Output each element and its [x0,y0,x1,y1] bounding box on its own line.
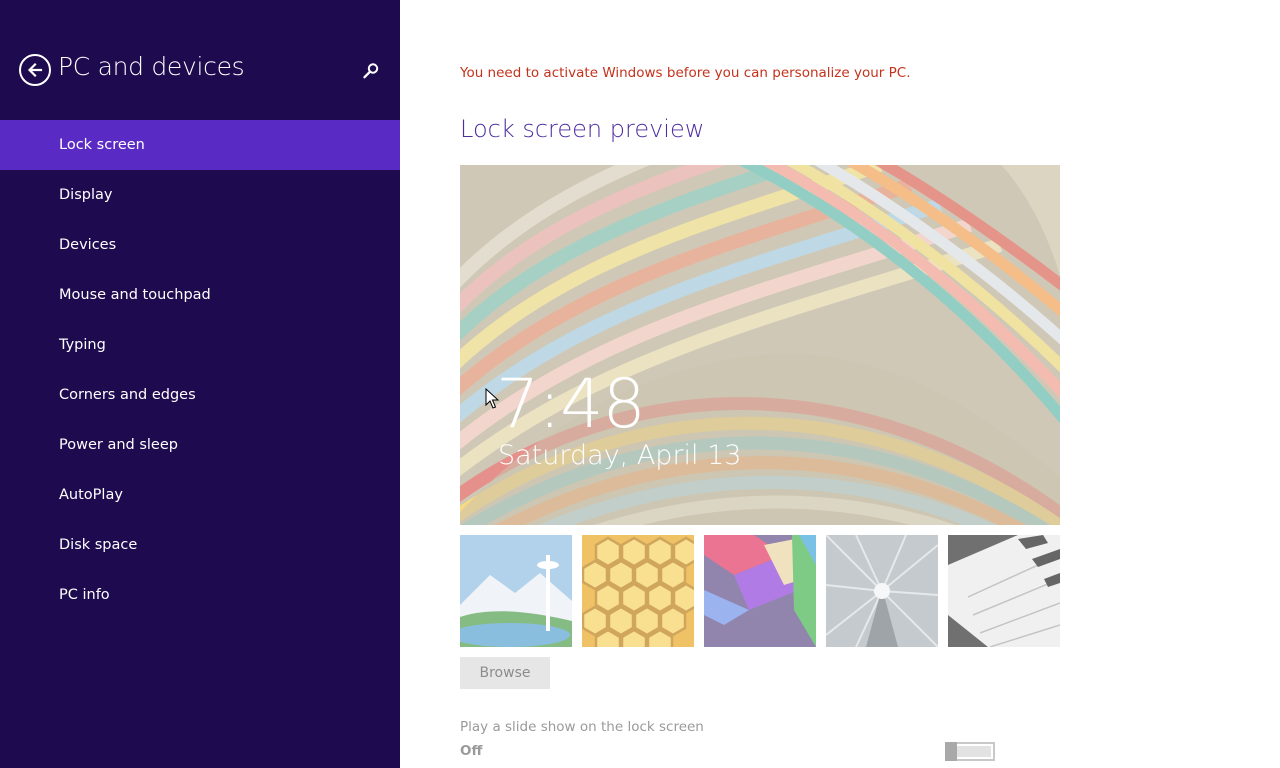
wallpaper-thumbnails [460,535,1060,647]
slideshow-state-text: Off [460,743,483,759]
lock-screen-preview: 7:48 Saturday, April 13 [460,165,1060,525]
main-content: You need to activate Windows before you … [400,0,1280,768]
geometric-shapes-thumbnail[interactable] [704,535,816,647]
search-icon [363,63,379,79]
sidebar-item-lock-screen[interactable]: Lock screen [0,120,400,170]
sidebar-item-pc-info[interactable]: PC info [0,570,400,620]
piano-keys-thumbnail[interactable] [948,535,1060,647]
lock-screen-time: 7:48 [496,365,646,444]
toggle-knob [945,742,957,761]
sidebar: PC and devices Lock screen Display Devic… [0,0,400,768]
sidebar-item-mouse-and-touchpad[interactable]: Mouse and touchpad [0,270,400,320]
activation-warning: You need to activate Windows before you … [460,65,911,81]
slideshow-label: Play a slide show on the lock screen [460,719,704,735]
lock-screen-date: Saturday, April 13 [498,440,742,471]
space-needle-thumbnail[interactable] [460,535,572,647]
back-button[interactable] [19,54,51,86]
sidebar-item-devices[interactable]: Devices [0,220,400,270]
sidebar-item-display[interactable]: Display [0,170,400,220]
section-title: Lock screen preview [460,115,705,143]
sidebar-item-typing[interactable]: Typing [0,320,400,370]
sidebar-item-power-and-sleep[interactable]: Power and sleep [0,420,400,470]
honeycomb-thumbnail[interactable] [582,535,694,647]
back-arrow-icon [27,62,43,78]
sidebar-item-corners-and-edges[interactable]: Corners and edges [0,370,400,420]
preview-dim-overlay [460,165,1060,525]
slideshow-toggle[interactable] [945,742,995,761]
sidebar-header: PC and devices [0,0,400,120]
sidebar-item-disk-space[interactable]: Disk space [0,520,400,570]
mouse-cursor-icon [485,388,499,409]
page-title: PC and devices [58,52,245,81]
sidebar-nav: Lock screen Display Devices Mouse and to… [0,120,400,620]
subway-motion-thumbnail[interactable] [826,535,938,647]
search-button[interactable] [360,60,382,82]
browse-button[interactable]: Browse [460,657,550,689]
sidebar-item-autoplay[interactable]: AutoPlay [0,470,400,520]
